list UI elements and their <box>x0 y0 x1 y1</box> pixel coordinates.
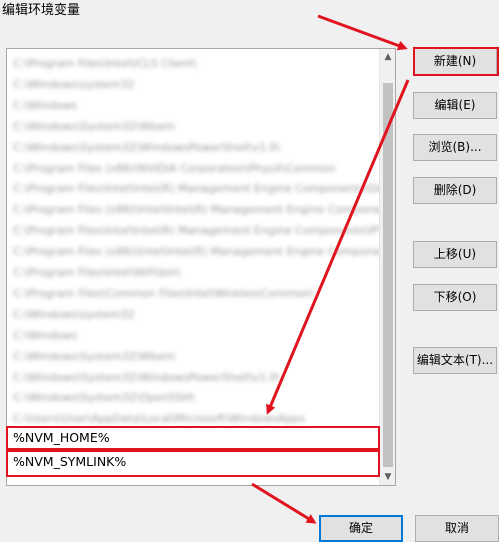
browse-button[interactable]: 浏览(B)... <box>413 134 497 161</box>
arrow-to-new-button <box>317 14 408 51</box>
list-item[interactable]: C:\Program Files\Intel\WiFi\bin\ <box>13 263 181 283</box>
scrollbar-thumb[interactable] <box>383 83 393 467</box>
cancel-button[interactable]: 取消 <box>415 515 499 542</box>
list-item[interactable]: C:\Program Files (x86)\Intel\Intel(R) Ma… <box>13 200 380 220</box>
move-down-button[interactable]: 下移(O) <box>413 284 497 311</box>
list-item[interactable]: C:\Windows\system32 <box>13 75 135 95</box>
list-item[interactable]: C:\Program Files\Intel\iCLS Client\ <box>13 54 197 74</box>
chevron-down-icon[interactable]: ▼ <box>380 469 396 485</box>
list-item[interactable]: C:\Program Files (x86)\NVIDIA Corporatio… <box>13 159 335 179</box>
list-item[interactable]: C:\Program Files\Common Files\Intel\Wire… <box>13 284 314 304</box>
list-item[interactable]: C:\Windows\System32\OpenSSH\ <box>13 388 195 408</box>
delete-button[interactable]: 删除(D) <box>413 177 497 204</box>
ok-button[interactable]: 确定 <box>319 515 403 542</box>
path-listbox[interactable]: C:\Program Files\Intel\iCLS Client\ C:\Wi… <box>6 48 396 486</box>
list-item[interactable]: C:\Windows <box>13 96 77 116</box>
list-item[interactable]: C:\Windows\System32\Wbem <box>13 117 175 137</box>
arrow-to-ok-button <box>251 482 317 524</box>
nvm-home-highlight <box>6 426 380 450</box>
path-list[interactable]: C:\Program Files\Intel\iCLS Client\ C:\Wi… <box>7 49 380 485</box>
edit-text-button[interactable]: 编辑文本(T)... <box>413 347 497 374</box>
vertical-scrollbar[interactable]: ▲ ▼ <box>379 49 395 485</box>
move-up-button[interactable]: 上移(U) <box>413 241 497 268</box>
list-item[interactable]: C:\Windows\System32\WindowsPowerShell\v1… <box>13 138 280 158</box>
list-item[interactable]: C:\Windows <box>13 326 77 346</box>
new-button-highlight <box>413 47 499 76</box>
list-item[interactable]: C:\Program Files\Intel\Intel(R) Manageme… <box>13 221 380 241</box>
list-item[interactable]: C:\Windows\System32\Wbem <box>13 347 175 367</box>
nvm-symlink-highlight <box>6 450 380 477</box>
edit-button[interactable]: 编辑(E) <box>413 92 497 119</box>
chevron-up-icon[interactable]: ▲ <box>380 49 396 65</box>
list-item[interactable]: C:\Windows\system32 <box>13 305 135 325</box>
list-item[interactable]: C:\Program Files\Intel\Intel(R) Manageme… <box>13 179 380 199</box>
list-item[interactable]: C:\Windows\System32\WindowsPowerShell\v1… <box>13 368 280 388</box>
window-title: 编辑环境变量 <box>2 3 81 18</box>
list-item[interactable]: C:\Program Files (x86)\Intel\Intel(R) Ma… <box>13 242 380 262</box>
